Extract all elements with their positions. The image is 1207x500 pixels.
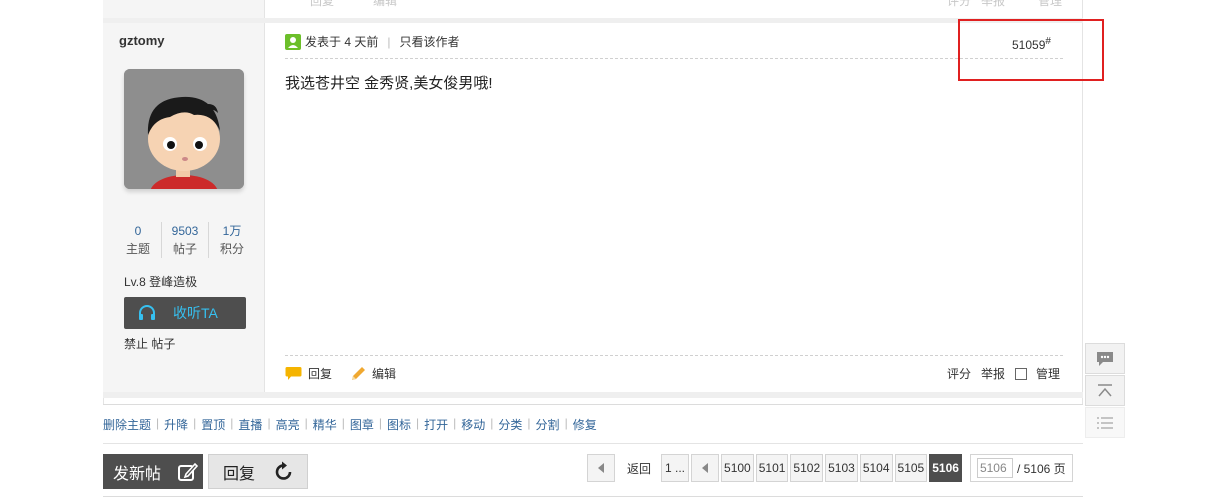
divider [103, 443, 1083, 444]
page-link[interactable]: 5102 [790, 454, 824, 482]
mod-bump[interactable]: 升降 [164, 416, 188, 433]
list-icon [1097, 416, 1113, 429]
divider [285, 355, 1063, 356]
highlight-annotation [958, 19, 1104, 81]
mod-stamp[interactable]: 图章 [350, 416, 374, 433]
moderation-bar: 删除主题 | 升降 | 置顶 | 直播 | 高亮 | 精华 | 图章 | 图标 | 打开 | 移动… [103, 416, 597, 433]
stat-value[interactable]: 9503 [162, 222, 208, 240]
manage-label[interactable]: 管理 [1036, 365, 1060, 382]
chevron-left-icon [598, 463, 604, 473]
stat-value[interactable]: 0 [115, 222, 161, 240]
refresh-icon [275, 461, 292, 480]
stat-value[interactable]: 1万 [209, 222, 255, 240]
post-content: 我选苍井空 金秀贤,美女俊男哦! [285, 75, 493, 92]
divider [103, 404, 1083, 405]
new-post-label: 发新帖 [113, 465, 162, 483]
back-to-top-tool[interactable] [1085, 375, 1125, 406]
pencil-icon [352, 366, 366, 380]
post-time: 发表于 4 天前 [305, 35, 379, 49]
post-divider [103, 392, 1083, 398]
mod-split[interactable]: 分割 [536, 416, 560, 433]
online-user-icon [285, 33, 301, 50]
mod-pin[interactable]: 置顶 [201, 416, 225, 433]
current-page: 5106 [929, 454, 962, 482]
list-tool[interactable] [1085, 407, 1125, 438]
author-only-link[interactable]: 只看该作者 [399, 33, 459, 50]
mod-icon[interactable]: 图标 [387, 416, 411, 433]
edit-link[interactable]: 编辑 [350, 365, 396, 382]
speech-bubble-icon [285, 367, 302, 380]
mod-live[interactable]: 直播 [238, 416, 262, 433]
stat-points[interactable]: 1万 积分 [209, 222, 255, 258]
mod-delete-thread[interactable]: 删除主题 [103, 416, 151, 433]
ban-link[interactable]: 禁止 [124, 337, 148, 351]
mod-category[interactable]: 分类 [498, 416, 522, 433]
post-actions-right: 评分 举报 管理 [947, 365, 1060, 382]
follow-label: 收听TA [173, 305, 218, 321]
avatar-cartoon-icon [124, 69, 244, 189]
page-link[interactable]: 5104 [859, 454, 893, 482]
page-jump-input[interactable] [976, 458, 1013, 478]
page-link[interactable]: 5103 [825, 454, 858, 482]
page-link[interactable]: 5101 [755, 454, 789, 482]
meta-separator: | [387, 34, 391, 49]
edit-label: 编辑 [372, 367, 397, 381]
page-first[interactable]: 1 ... [661, 454, 690, 482]
reply-button-label: 回复 [223, 465, 256, 483]
stat-label: 主题 [125, 242, 150, 256]
back-to-top-icon [1098, 383, 1112, 396]
report-link[interactable]: 举报 [981, 365, 1005, 382]
follow-button[interactable]: 收听TA [124, 297, 246, 329]
ban-posts-link[interactable]: 帖子 [151, 337, 175, 351]
page-link[interactable]: 5100 [721, 454, 754, 482]
reply-button[interactable]: 回复 [208, 454, 308, 489]
page-link[interactable]: 5105 [894, 454, 928, 482]
post-meta: 发表于 4 天前 | 只看该作者 [285, 33, 459, 50]
reply-label: 回复 [308, 367, 333, 381]
author-stats: 0 主题 9503 帖子 1万 积分 [115, 222, 255, 258]
comment-icon [1097, 351, 1113, 366]
pagination: 返回 1 ... 5100 5101 5102 5103 5104 5105 5… [587, 453, 1073, 483]
back-link[interactable]: 返回 [617, 460, 661, 477]
quick-reply-tool[interactable] [1085, 343, 1125, 374]
manage-checkbox[interactable] [1015, 367, 1028, 380]
rate-link[interactable]: 评分 [947, 365, 971, 382]
author-username[interactable]: gztomy [119, 33, 165, 48]
mod-move[interactable]: 移动 [461, 416, 485, 433]
prev-page-arrow[interactable] [691, 454, 720, 482]
stat-label: 帖子 [172, 242, 197, 256]
stat-label: 积分 [219, 242, 244, 256]
reply-link[interactable]: 回复 [285, 365, 332, 382]
stat-threads[interactable]: 0 主题 [115, 222, 162, 258]
compose-icon [178, 462, 199, 481]
divider [285, 58, 1063, 59]
post-divider [103, 18, 1083, 23]
new-post-button[interactable]: 发新帖 [103, 454, 203, 489]
mod-highlight[interactable]: 高亮 [276, 416, 300, 433]
ban-links: 禁止 帖子 [124, 335, 175, 352]
mod-repair[interactable]: 修复 [573, 416, 597, 433]
page-jump: / 5106 页 [969, 454, 1073, 482]
prev-page-button[interactable] [587, 454, 615, 482]
divider [103, 496, 1083, 497]
mod-open[interactable]: 打开 [424, 416, 448, 433]
stat-posts[interactable]: 9503 帖子 [162, 222, 209, 258]
avatar[interactable] [124, 69, 244, 189]
headphones-icon [139, 305, 155, 320]
mod-digest[interactable]: 精华 [313, 416, 337, 433]
side-toolbar [1085, 343, 1125, 439]
post-actions: 回复 编辑 [285, 365, 414, 382]
user-level: Lv.8 登峰造极 [124, 275, 198, 289]
chevron-left-icon [702, 463, 709, 473]
page-total: / 5106 页 [1016, 461, 1066, 476]
